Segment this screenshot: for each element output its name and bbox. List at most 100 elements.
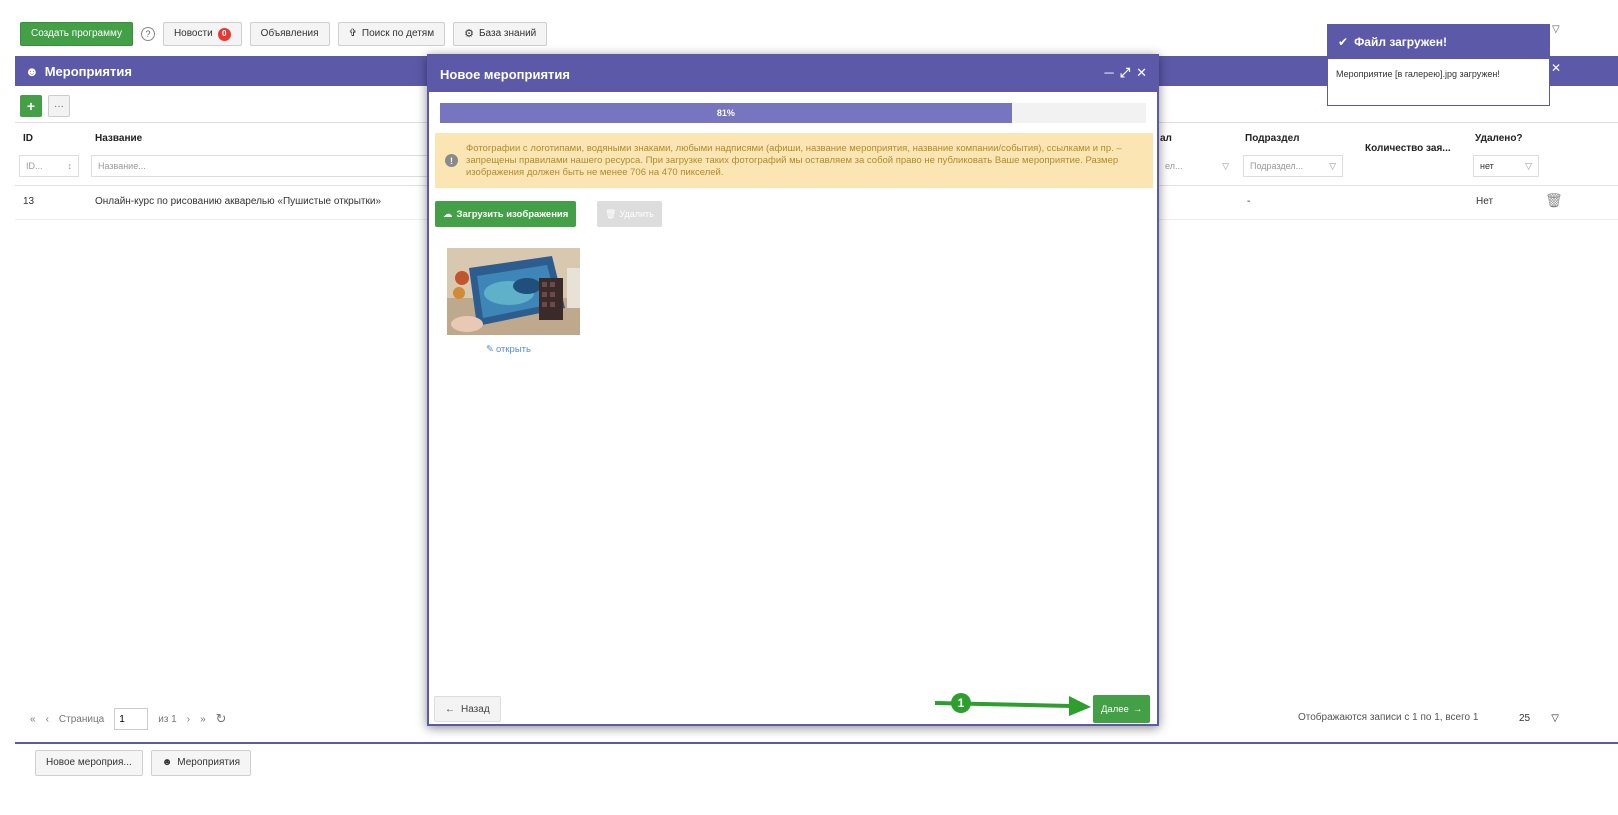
notification-header: ✔ Файл загружен! — [1328, 25, 1549, 59]
help-icon[interactable]: ? — [140, 27, 155, 41]
divider — [15, 742, 1618, 744]
open-image-link[interactable]: ✎ открыть — [486, 344, 531, 355]
column-subsection[interactable]: Подраздел — [1245, 133, 1300, 144]
deleted-filter-value: нет — [1480, 161, 1494, 171]
row-name: Онлайн-курс по рисованию акварелью «Пуши… — [95, 196, 382, 207]
news-button[interactable]: Новости 0 — [162, 22, 242, 46]
first-page-icon[interactable]: « — [30, 714, 36, 725]
more-button[interactable]: ··· — [48, 95, 70, 117]
page-input[interactable] — [114, 708, 149, 730]
page-label: Страница — [58, 713, 105, 725]
cloud-upload-icon: ☁ — [443, 208, 453, 220]
chevron-down-icon: ▽ — [1222, 160, 1229, 171]
modal-title: Новое мероприятия — [440, 66, 570, 82]
progress-fill: 81% — [440, 103, 1012, 123]
open-link-label: открыть — [495, 344, 531, 355]
subsection-filter-input[interactable]: Подраздел... ▽ — [1243, 155, 1343, 177]
refresh-icon[interactable]: ↻ — [216, 711, 227, 727]
knowledge-base-button[interactable]: ⚙ База знаний — [453, 22, 548, 46]
create-program-label: Создать программу — [31, 28, 122, 39]
close-icon[interactable]: ✕ — [1136, 65, 1147, 81]
close-icon[interactable]: ✕ — [1551, 61, 1561, 75]
info-icon: ! — [445, 154, 458, 167]
create-program-button[interactable]: Создать программу — [20, 22, 133, 46]
arrow-right-icon: → — [1132, 703, 1143, 715]
top-toolbar: Создать программу ? Новости 0 Объявления… — [20, 22, 548, 46]
news-label: Новости — [173, 28, 213, 39]
person-icon: ✞ — [348, 28, 357, 39]
knowledge-base-label: База знаний — [478, 28, 537, 39]
search-children-button[interactable]: ✞ Поиск по детям — [337, 22, 446, 46]
chevron-down-icon[interactable]: ▽ — [1552, 24, 1560, 35]
step-number: 1 — [958, 696, 965, 710]
delete-button-label: Удалить — [619, 209, 654, 219]
back-button-label: Назад — [461, 703, 490, 715]
notification-message: Мероприятие [в галерею].jpg загружен! — [1336, 69, 1500, 79]
minimize-icon[interactable]: ─ — [1104, 65, 1113, 81]
tutorial-arrow-annotation: 1 — [934, 693, 1091, 716]
next-page-icon[interactable]: › — [187, 714, 190, 725]
column-name[interactable]: Название — [95, 133, 142, 144]
painting-photo-icon — [447, 248, 580, 335]
notification-title: Файл загружен! — [1354, 35, 1448, 49]
tab-events-label: Мероприятия — [177, 757, 240, 768]
name-filter-input[interactable]: Название... — [91, 155, 431, 177]
progress-label: 81% — [716, 108, 735, 118]
help-label: ? — [145, 29, 151, 39]
per-page-value: 25 — [1519, 712, 1531, 724]
upload-images-button[interactable]: ☁ Загрузить изображения — [435, 201, 577, 227]
checkmark-icon: ✔ — [1338, 35, 1349, 49]
partial-filter-placeholder: ел... — [1165, 161, 1183, 171]
window-tabbar: Новое мероприя... ☻ Мероприятия — [35, 750, 251, 776]
page-total: из 1 — [158, 713, 177, 725]
delete-image-button[interactable]: 🗑 Удалить — [597, 201, 662, 227]
id-filter-input[interactable]: ID... ↕ — [19, 155, 79, 177]
new-event-modal: Новое мероприятия ─ ⤢ ✕ 81% ! Фотографии… — [427, 54, 1159, 726]
name-filter-placeholder: Название... — [98, 161, 146, 171]
search-children-label: Поиск по детям — [361, 28, 435, 39]
column-partial[interactable]: ал — [1160, 133, 1172, 144]
warning-text: Фотографии с логотипами, водяными знакам… — [466, 142, 1122, 178]
announcements-label: Объявления — [260, 28, 319, 39]
row-deleted: Нет — [1476, 196, 1494, 207]
add-button[interactable]: + — [20, 95, 42, 117]
last-page-icon[interactable]: » — [200, 714, 206, 725]
column-applications-count[interactable]: Количество зая... — [1365, 143, 1451, 154]
row-id: 13 — [23, 196, 35, 207]
partial-filter-input[interactable]: ел... ▽ — [1159, 155, 1235, 177]
announcements-button[interactable]: Объявления — [249, 22, 330, 46]
trash-icon[interactable]: 🗑 — [1545, 192, 1563, 209]
arrow-left-icon: ← — [445, 703, 455, 715]
events-icon: ☻ — [25, 63, 39, 79]
pager: « ‹ Страница из 1 › » ↻ — [30, 708, 227, 730]
next-button[interactable]: Далее → — [1093, 695, 1151, 723]
chevron-down-icon: ▽ — [1329, 160, 1336, 171]
prev-page-icon[interactable]: ‹ — [46, 714, 49, 725]
edit-icon: ✎ — [486, 344, 494, 355]
tab-new-event[interactable]: Новое мероприя... — [35, 750, 143, 776]
next-button-label: Далее — [1101, 703, 1129, 715]
id-filter-placeholder: ID... — [26, 161, 43, 171]
deleted-filter-select[interactable]: нет ▽ — [1473, 155, 1539, 177]
panel-title: Мероприятия — [44, 63, 132, 79]
trash-icon: 🗑 — [605, 208, 617, 219]
column-id[interactable]: ID — [23, 133, 33, 144]
modal-header: Новое мероприятия ─ ⤢ ✕ — [429, 56, 1157, 92]
back-button[interactable]: ← Назад — [434, 696, 501, 722]
spinner-icon: ↕ — [67, 161, 73, 171]
row-subsection: - — [1247, 196, 1251, 207]
warning-message: ! Фотографии с логотипами, водяными знак… — [435, 133, 1153, 188]
uploaded-image-thumbnail[interactable] — [447, 248, 580, 335]
chevron-down-icon: ▽ — [1551, 712, 1559, 724]
news-badge: 0 — [217, 27, 231, 41]
per-page-select[interactable]: 25 ▽ — [1515, 706, 1563, 730]
tab-events[interactable]: ☻ Мероприятия — [150, 750, 251, 776]
events-icon: ☻ — [161, 757, 173, 768]
column-deleted[interactable]: Удалено? — [1475, 133, 1523, 144]
maximize-icon[interactable]: ⤢ — [1120, 65, 1130, 81]
gear-icon: ⚙ — [464, 28, 474, 40]
tab-new-event-label: Новое мероприя... — [46, 757, 132, 768]
upload-progress-bar: 81% — [440, 103, 1146, 123]
subsection-filter-placeholder: Подраздел... — [1250, 161, 1304, 171]
chevron-down-icon: ▽ — [1525, 160, 1532, 171]
